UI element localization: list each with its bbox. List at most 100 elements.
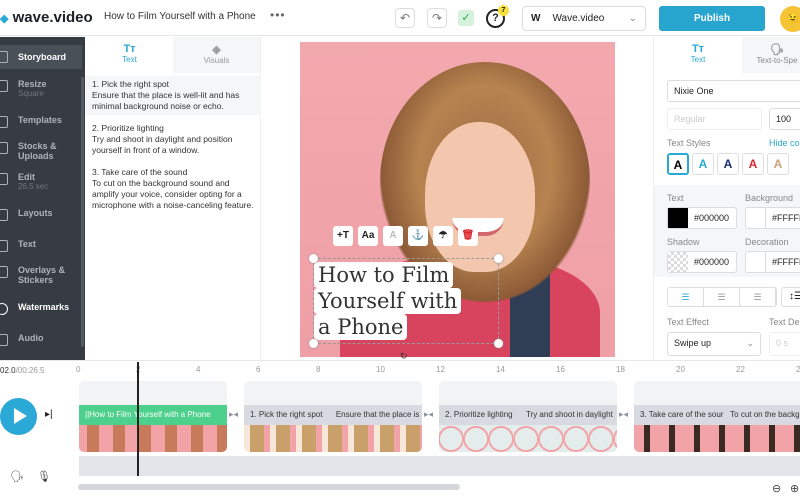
umbrella-icon[interactable]: ☂ (433, 226, 453, 246)
sidebar-item-watermarks[interactable]: Watermarks (0, 302, 82, 315)
chevron-down-icon: ⌄ (746, 338, 754, 348)
tab-text[interactable]: Tт Text (86, 37, 173, 73)
font-button[interactable]: Aa (358, 226, 378, 246)
style-option[interactable]: A (692, 153, 714, 175)
background-color-field[interactable]: #FFFFF (745, 207, 800, 229)
logo[interactable]: ◆ wave.video (0, 9, 93, 26)
help-button[interactable]: ? 7 (486, 5, 509, 28)
playhead[interactable] (137, 362, 139, 476)
text-color-field[interactable]: #000000 (667, 207, 737, 229)
timeline-scrollbar[interactable] (78, 484, 460, 490)
sidebar-item-resize[interactable]: Resize Square (0, 79, 82, 98)
text-styles-label: Text Styles (667, 138, 711, 148)
resize-handle[interactable] (494, 254, 503, 263)
weight-select[interactable]: Regular (667, 108, 762, 130)
paragraph-body: Ensure that the place is well-lit and ha… (92, 90, 240, 111)
zoom-out-icon[interactable]: ⊖ (772, 482, 781, 495)
paragraph-2[interactable]: 2. Prioritize lighting Try and shoot in d… (86, 120, 261, 159)
logo-text: wave.video (12, 9, 93, 26)
color-swatch (668, 208, 688, 228)
ruler-tick: 0 (76, 365, 81, 374)
paragraph-3[interactable]: 3. Take care of the sound To cut on the b… (86, 164, 261, 214)
resize-handle[interactable] (494, 339, 503, 348)
align-right-icon[interactable]: ☰ (740, 288, 776, 306)
tab-visuals[interactable]: ◈ Visuals (173, 37, 260, 73)
delete-icon[interactable]: 🗑 (458, 226, 478, 246)
tab-text-props[interactable]: Tт Text (654, 37, 742, 73)
edit-icon (0, 173, 8, 185)
undo-button[interactable]: ↶ (395, 8, 415, 28)
microphone-icon[interactable]: 🎙 (37, 470, 51, 483)
sidebar-label: Watermarks (18, 302, 70, 312)
sidebar-item-storyboard[interactable]: Storyboard (0, 45, 82, 69)
sidebar-item-templates[interactable]: Templates (0, 115, 82, 128)
sidebar-item-layouts[interactable]: Layouts (0, 208, 82, 221)
ruler-tick: 20 (676, 365, 685, 374)
shadow-color-field[interactable]: #000000 (667, 251, 737, 273)
align-left-icon[interactable]: ☰ (668, 288, 704, 306)
tab-text-to-speech[interactable]: 🗣 Text-to-Spe (742, 37, 800, 73)
text-color-button[interactable]: A (383, 226, 403, 246)
tab-label: Text-to-Spe (756, 56, 798, 65)
paragraph-1[interactable]: 1. Pick the right spot Ensure that the pl… (86, 76, 261, 115)
sidebar-item-edit[interactable]: Edit 26.5 sec (0, 172, 82, 191)
style-option[interactable]: A (717, 153, 739, 175)
transition-icon[interactable]: ▸◂ (229, 409, 238, 420)
line-height-icon[interactable]: ↕☰ (781, 287, 800, 307)
skip-end-icon[interactable]: ▸| (45, 409, 53, 420)
align-center-icon[interactable]: ☰ (704, 288, 740, 306)
avatar[interactable]: 😉 (780, 6, 800, 32)
sidebar-item-audio[interactable]: Audio (0, 333, 82, 346)
text-delay-input[interactable]: 0 s (769, 332, 800, 356)
caption-text-box[interactable]: How to Film Yourself with a Phone (309, 254, 503, 348)
anchor-icon[interactable]: ⚓ (408, 226, 428, 246)
decoration-color-field[interactable]: #FFFFF (745, 251, 800, 273)
play-button[interactable] (0, 398, 37, 435)
text-effect-select[interactable]: Swipe up ⌄ (667, 332, 761, 356)
tab-label: Text (122, 55, 137, 64)
shadow-color-label: Shadow (667, 237, 700, 247)
caption-line: How to Film (314, 262, 454, 288)
add-text-button[interactable]: +T (333, 226, 353, 246)
ruler-tick: 8 (316, 365, 321, 374)
paragraph-title: 1. Pick the right spot (92, 79, 170, 89)
font-select[interactable]: Nixie One (667, 80, 800, 102)
sidebar-label: Overlays & Stickers (18, 265, 66, 285)
timeline-clip[interactable]: ||How to Film Yourself with a Phone (79, 381, 227, 452)
sidebar-item-text[interactable]: Text (0, 239, 82, 252)
resize-handle[interactable] (309, 339, 318, 348)
hide-colors-link[interactable]: Hide co (769, 138, 800, 148)
workspace-select[interactable]: W Wave.video ⌄ (522, 6, 646, 31)
timeline-clip[interactable]: 1. Pick the right spot Ensure that the p… (244, 381, 422, 452)
background-color-label: Background (745, 193, 794, 203)
voiceover-icon[interactable]: 🗣 (10, 470, 24, 483)
transition-icon[interactable]: ▸◂ (424, 409, 433, 420)
sidebar-item-stocks[interactable]: Stocks & Uploads (0, 141, 70, 161)
project-title[interactable]: How to Film Yourself with a Phone (104, 11, 256, 22)
current-time: 02.0 (0, 366, 16, 375)
ruler-tick: 16 (556, 365, 565, 374)
font-size-input[interactable]: 100 (769, 108, 800, 130)
timeline-clip[interactable]: 3. Take care of the sour To cut on the b… (634, 381, 800, 452)
color-settings: Text #000000 Background #FFFFF Shadow #0… (654, 185, 800, 277)
style-option[interactable]: A (767, 153, 789, 175)
resize-handle[interactable] (309, 254, 318, 263)
text-panel: Tт Text ◈ Visuals 1. Pick the right spot En… (86, 37, 261, 360)
timeline-clip[interactable]: 2. Prioritize lighting Try and shoot in … (439, 381, 617, 452)
publish-button[interactable]: Publish (659, 6, 765, 31)
video-icon (0, 51, 8, 63)
style-option[interactable]: A (742, 153, 764, 175)
zoom-in-icon[interactable]: ⊕ (790, 482, 799, 495)
speaker-icon: 🗣 (770, 44, 784, 56)
more-menu-button[interactable]: ••• (270, 8, 286, 22)
sidebar-label: Audio (18, 333, 44, 343)
ruler-tick: 24 (796, 365, 800, 374)
style-option[interactable]: A (667, 153, 689, 175)
caption-line: a Phone (314, 314, 408, 340)
clip-thumbnails (244, 425, 422, 452)
redo-button[interactable]: ↷ (427, 8, 447, 28)
audio-track[interactable] (79, 456, 800, 476)
transition-icon[interactable]: ▸◂ (619, 409, 628, 420)
sidebar-scrollbar[interactable] (81, 77, 84, 347)
sidebar-item-overlays[interactable]: Overlays & Stickers (0, 265, 70, 285)
